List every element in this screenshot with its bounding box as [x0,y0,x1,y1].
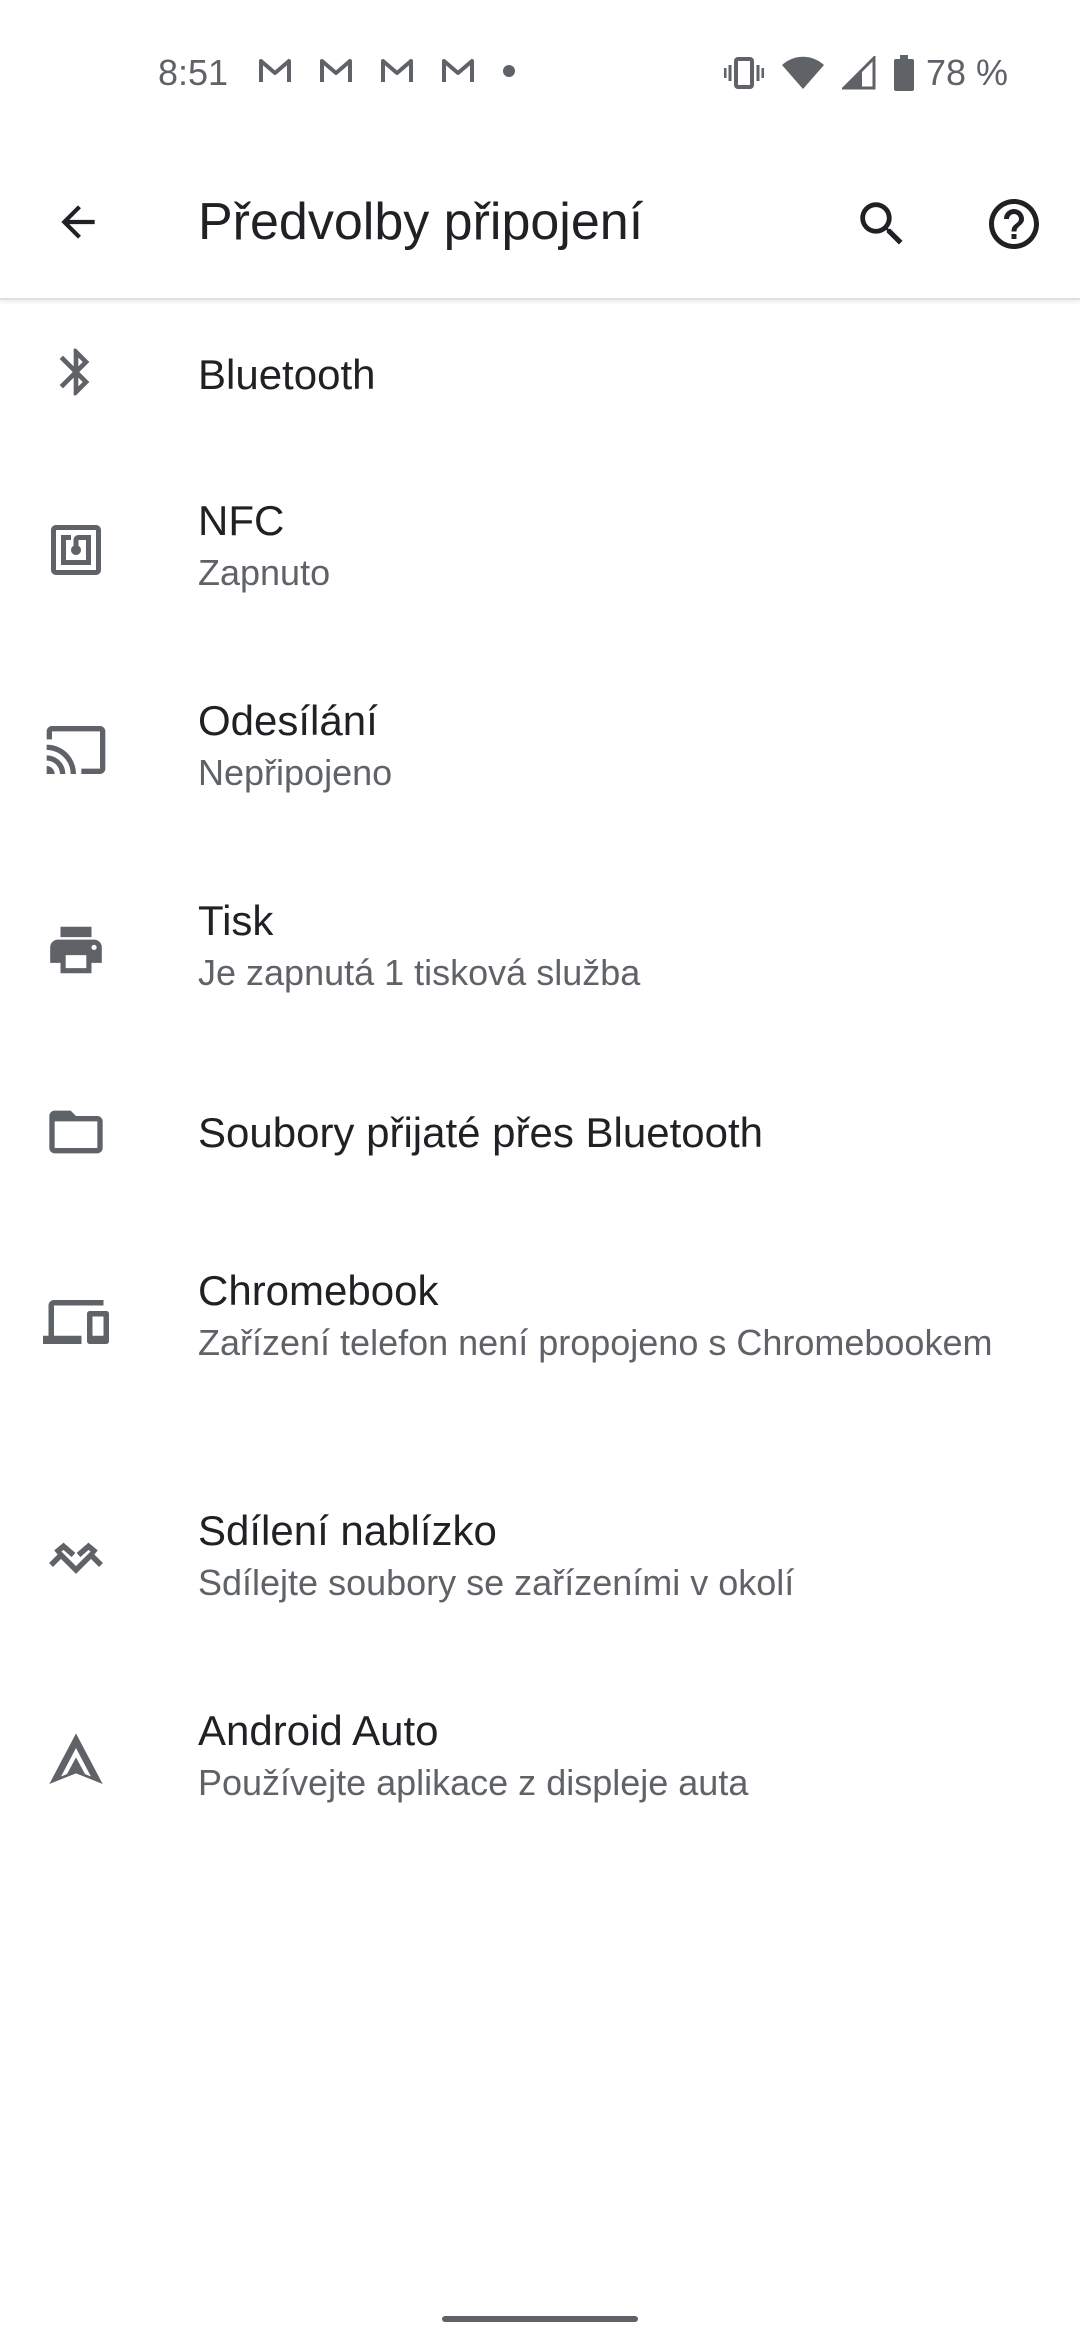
gmail-icon [258,58,292,84]
status-time: 8:51 [158,52,229,93]
list-item-bluetooth-files[interactable]: Soubory přijaté přes Bluetooth [0,1050,1080,1220]
wifi-icon [781,56,824,90]
gmail-icon [441,58,475,84]
item-summary: Je zapnutá 1 tisková služba [198,952,641,993]
item-title: Chromebook [198,1267,439,1314]
vibrate-icon [723,56,764,90]
nearby-share-icon [40,1524,112,1596]
devices-icon [40,1286,112,1358]
item-title: Tisk [198,897,274,944]
nfc-icon [40,514,112,586]
item-summary: Zapnuto [198,552,331,593]
list-item-bluetooth[interactable]: Bluetooth [0,300,1080,450]
item-title: Odesílání [198,697,378,744]
item-title: Android Auto [198,1707,439,1754]
arrow-back-icon [53,197,103,252]
signal-icon [841,56,876,90]
item-summary: Používejte aplikace z displeje auta [198,1762,749,1803]
system-status: 78 % [706,52,1008,94]
printer-icon [40,914,112,986]
gmail-icon [319,58,353,84]
list-item-android-auto[interactable]: Android Auto Používejte aplikace z displ… [0,1660,1080,1860]
list-item-print[interactable]: Tisk Je zapnutá 1 tisková služba [0,850,1080,1050]
item-title: NFC [198,497,285,544]
list-item-cast[interactable]: Odesílání Nepřipojeno [0,650,1080,850]
dot-icon [502,64,516,78]
item-summary: Sdílejte soubory se zařízeními v okolí [198,1562,795,1603]
search-button[interactable] [838,182,926,270]
android-auto-icon [40,1724,112,1796]
item-title: Soubory přijaté přes Bluetooth [198,1109,764,1156]
item-title: Bluetooth [198,351,376,398]
help-button[interactable] [970,182,1058,270]
folder-icon [40,1096,112,1168]
list-item-nfc[interactable]: NFC Zapnuto [0,450,1080,650]
list-item-chromebook[interactable]: Chromebook Zařízení telefon není propoje… [0,1220,1080,1460]
item-summary: Nepřipojeno [198,752,393,793]
battery-percent: 78 % [925,52,1008,93]
cast-icon [40,714,112,786]
list-item-nearby-share[interactable]: Sdílení nablízko Sdílejte soubory se zař… [0,1460,1080,1660]
page-title: Předvolby připojení [198,193,644,251]
back-button[interactable] [30,188,126,260]
item-summary: Zařízení telefon není propojeno s Chrome… [198,1322,993,1363]
notification-icons [258,58,543,84]
search-icon [853,195,911,258]
help-icon [984,194,1044,259]
item-title: Sdílení nablízko [198,1507,497,1554]
status-bar: 8:51 78 % [0,0,1080,150]
battery-icon [893,55,914,91]
bluetooth-icon [40,336,112,408]
app-bar: Předvolby připojení [0,150,1080,300]
gmail-icon [380,58,414,84]
gesture-nav-handle[interactable] [442,2316,638,2322]
